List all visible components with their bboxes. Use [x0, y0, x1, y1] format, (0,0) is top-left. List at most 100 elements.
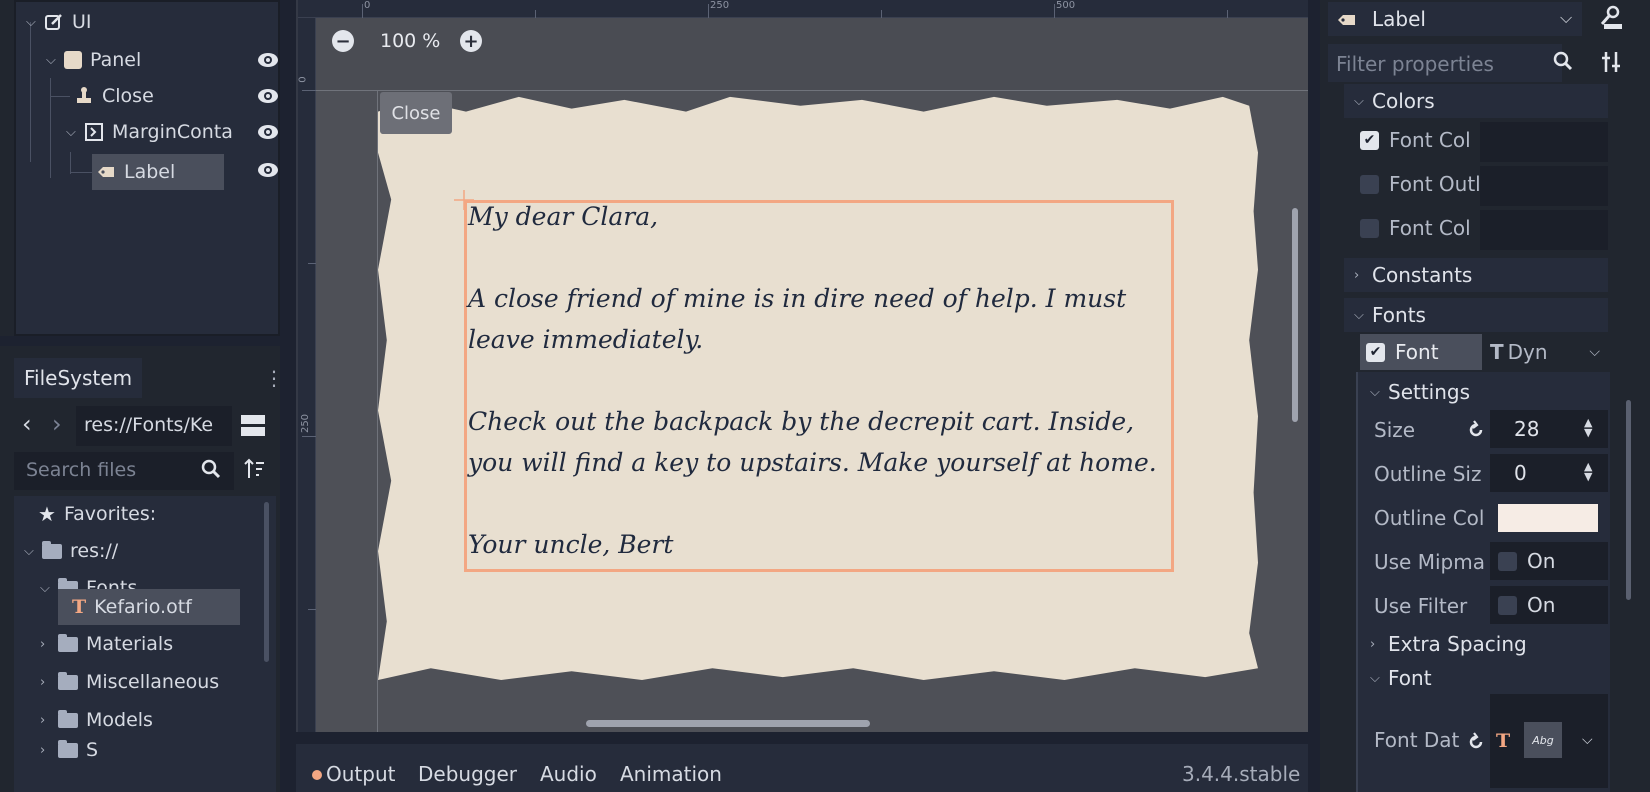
chevron-right-icon: ›	[1354, 267, 1360, 283]
sort-icon[interactable]	[244, 458, 266, 480]
chevron-right-icon[interactable]: ›	[40, 743, 58, 758]
back-arrow-icon[interactable]: ‹	[22, 410, 32, 438]
top-ruler: 0 250 500	[298, 0, 1308, 18]
chevron-right-icon[interactable]: ›	[40, 637, 58, 652]
font-color-value[interactable]	[1480, 122, 1608, 162]
dock-menu-icon[interactable]: ⋮	[264, 366, 284, 390]
visibility-eye-icon[interactable]	[256, 48, 280, 72]
spin-arrows-icon[interactable]: ▲ ▼	[1584, 417, 1592, 438]
tab-audio[interactable]: Audio	[540, 762, 597, 786]
tools-icon[interactable]	[1600, 50, 1622, 74]
zoom-out-button[interactable]: −	[332, 30, 354, 52]
tree-node-close[interactable]: Close	[74, 78, 154, 114]
visibility-eye-icon[interactable]	[256, 84, 280, 108]
tree-node-label: UI	[72, 11, 92, 33]
folder-miscellaneous[interactable]: › Miscellaneous	[40, 664, 219, 700]
property-font[interactable]: ✔ Font	[1360, 334, 1482, 370]
section-constants[interactable]: › Constants	[1344, 258, 1608, 292]
tab-debugger[interactable]: Debugger	[418, 762, 517, 786]
chevron-down-icon[interactable]: ⌵	[1560, 8, 1572, 28]
tree-node-label: Panel	[90, 49, 142, 71]
tree-node-panel[interactable]: ⌵ Panel	[46, 42, 141, 78]
panel-icon	[64, 51, 82, 69]
use-filter-toggle[interactable]: On	[1490, 586, 1608, 624]
section-settings[interactable]: ⌵ Settings	[1370, 372, 1470, 412]
font-file-icon: T	[1496, 730, 1511, 752]
property-size: Size	[1374, 418, 1416, 442]
inspector-scrollbar[interactable]	[1626, 400, 1631, 600]
label-tag-icon	[98, 167, 114, 177]
chevron-down-icon[interactable]: ⌵	[1589, 344, 1600, 360]
close-button[interactable]: Close	[380, 92, 452, 134]
section-fonts[interactable]: ⌵ Fonts	[1344, 298, 1608, 332]
favorites-item[interactable]: ★ Favorites:	[38, 496, 156, 532]
tab-output[interactable]: Output	[326, 762, 395, 786]
ruler-label: 0	[297, 76, 309, 83]
chevron-down-icon[interactable]: ⌵	[46, 53, 64, 68]
tree-node-margin-container[interactable]: ⌵ MarginConta	[66, 114, 233, 150]
file-list: ★ Favorites: ⌵ res:// ⌵ Fonts 𝐓 Kefario.…	[14, 496, 276, 792]
tab-filesystem[interactable]: FileSystem	[14, 358, 142, 398]
folder-partial[interactable]: › S	[40, 740, 98, 760]
path-field[interactable]: res://Fonts/Ke	[76, 406, 232, 446]
ruler-label: 250	[710, 0, 730, 11]
split-view-icon[interactable]	[240, 412, 266, 438]
checkbox-icon[interactable]	[1360, 174, 1379, 194]
tree-node-label-selected[interactable]: Label	[92, 154, 224, 190]
property-font-outline-color[interactable]: Font Outl	[1360, 164, 1481, 204]
use-mipmaps-toggle[interactable]: On	[1490, 542, 1608, 580]
chevron-down-icon: ⌵	[1370, 670, 1380, 686]
checkbox-icon[interactable]: ✔	[1360, 130, 1379, 150]
dynamic-font-icon: T	[1490, 340, 1504, 364]
horizontal-scrollbar[interactable]	[586, 720, 870, 727]
folder-icon	[42, 540, 62, 559]
zoom-reset-button[interactable]: 100 %	[380, 30, 440, 52]
chevron-down-icon[interactable]: ⌵	[66, 125, 84, 140]
chevron-right-icon[interactable]: ›	[40, 675, 58, 690]
object-class-selector[interactable]: Label	[1328, 2, 1582, 36]
tree-node-ui[interactable]: ⌵ UI	[26, 4, 92, 40]
chevron-right-icon[interactable]: ›	[40, 713, 58, 728]
folder-icon	[58, 740, 78, 758]
checkbox-icon[interactable]	[1360, 218, 1379, 238]
file-list-scrollbar[interactable]	[264, 502, 269, 662]
left-ruler: 0 250	[298, 18, 316, 732]
checkbox-icon[interactable]	[1498, 551, 1517, 571]
folder-materials[interactable]: › Materials	[40, 626, 173, 662]
font-resource-picker[interactable]: T Dyn ⌵	[1490, 334, 1608, 370]
visibility-eye-icon[interactable]	[256, 120, 280, 144]
chevron-down-icon[interactable]: ⌵	[1582, 732, 1593, 748]
ruler-label: 500	[1056, 0, 1076, 11]
checkbox-icon[interactable]	[1498, 595, 1517, 615]
spin-arrows-icon[interactable]: ▲ ▼	[1584, 461, 1592, 482]
revert-icon[interactable]	[1466, 732, 1486, 752]
folder-res[interactable]: ⌵ res://	[24, 533, 118, 569]
chevron-down-icon[interactable]: ⌵	[26, 15, 44, 30]
chevron-down-icon[interactable]: ⌵	[40, 581, 58, 596]
tab-animation[interactable]: Animation	[620, 762, 722, 786]
property-font-color[interactable]: ✔ Font Col	[1360, 120, 1471, 160]
letter-label-text: My dear Clara, A close friend of mine is…	[468, 202, 1157, 559]
property-font-color-shadow[interactable]: Font Col	[1360, 208, 1471, 248]
chevron-down-icon: ⌵	[1354, 307, 1364, 323]
section-font[interactable]: ⌵ Font	[1370, 658, 1432, 698]
outline-color-swatch[interactable]	[1498, 504, 1598, 532]
visibility-eye-icon[interactable]	[256, 158, 280, 182]
zoom-in-button[interactable]: +	[460, 30, 482, 52]
checkbox-icon[interactable]: ✔	[1366, 342, 1385, 362]
chevron-down-icon[interactable]: ⌵	[24, 544, 42, 559]
font-outline-color-value[interactable]	[1480, 166, 1608, 206]
file-kefario[interactable]: 𝐓 Kefario.otf	[58, 589, 240, 625]
label-tag-icon	[1338, 15, 1355, 25]
forward-arrow-icon[interactable]: ›	[52, 410, 62, 438]
node-help-icon[interactable]	[1598, 4, 1626, 32]
font-color-shadow-value[interactable]	[1480, 210, 1608, 250]
vertical-scrollbar[interactable]	[1292, 208, 1298, 422]
version-label: 3.4.4.stable	[1182, 762, 1301, 786]
star-icon: ★	[38, 502, 56, 526]
revert-icon[interactable]	[1466, 420, 1486, 440]
texture-button-icon	[77, 87, 91, 103]
folder-models[interactable]: › Models	[40, 702, 153, 738]
filter-properties-input[interactable]: Filter properties	[1328, 44, 1562, 82]
section-colors[interactable]: ⌵ Colors	[1344, 84, 1608, 118]
